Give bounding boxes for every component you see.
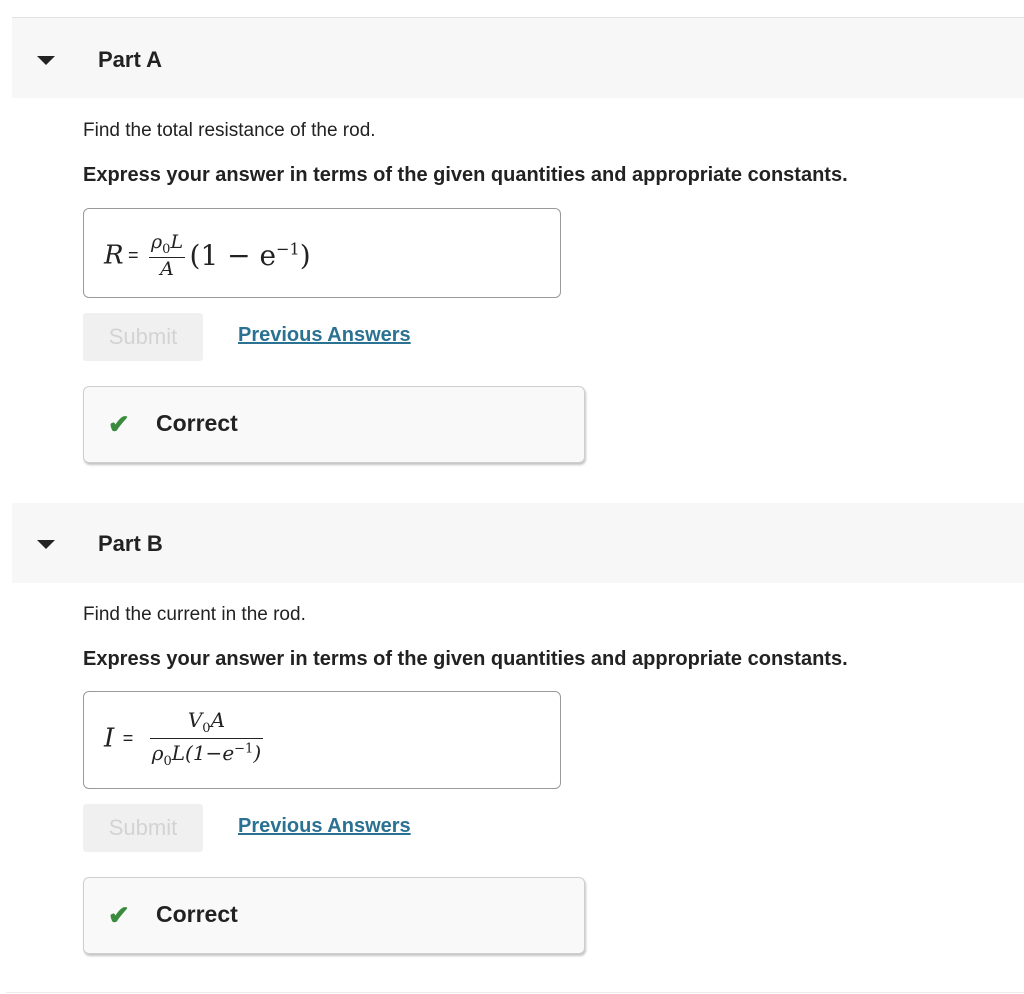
fraction: ρ0L A [149,231,186,280]
part-b-answer-expression: I = V0A ρ0L(1−e−1) [104,708,264,769]
part-a-title: Part A [98,47,162,72]
num-v: V [187,708,203,732]
fraction: V0A ρ0L(1−e−1) [149,708,264,769]
feedback-status: Correct [156,410,238,436]
den-rest: L(1−e [171,741,235,765]
den-sub: 0 [163,754,172,769]
num-a: A [210,708,226,732]
part-a-answer-box[interactable]: R = ρ0L A (1 − e−1) [83,208,561,298]
part-b-instruction: Express your answer in terms of the give… [83,648,848,670]
answer-lhs: R [104,240,124,271]
part-b-title: Part B [98,531,163,556]
den-exponent: −1 [234,741,254,757]
part-b-previous-answers-link[interactable]: Previous Answers [238,815,411,838]
num-sub: 0 [202,721,211,736]
part-a-previous-answers-link[interactable]: Previous Answers [238,324,411,347]
close-paren: ) [299,238,311,272]
part-a-instruction: Express your answer in terms of the give… [83,164,848,186]
check-icon: ✔ [108,409,130,439]
caret-down-icon[interactable] [37,56,55,65]
answer-lhs: I [104,723,115,754]
num-rho: ρ [151,231,163,253]
part-b-answer-box[interactable]: I = V0A ρ0L(1−e−1) [83,691,561,789]
part-a-submit-button[interactable]: Submit [83,313,203,361]
part-b-feedback: ✔ Correct [83,877,585,954]
part-a-prompt: Find the total resistance of the rod. [83,120,376,141]
den-close: ) [253,741,262,765]
num-var: L [170,231,184,253]
paren-expr: (1 − e [189,238,277,272]
part-a-feedback: ✔ Correct [83,386,585,463]
part-b-prompt: Find the current in the rod. [83,604,306,625]
part-a-answer-expression: R = ρ0L A (1 − e−1) [104,231,311,280]
part-b-header[interactable]: Part B [12,503,1024,583]
den-rho: ρ [151,741,164,765]
check-icon: ✔ [108,900,130,930]
part-a-header[interactable]: Part A [12,18,1024,98]
exponent: −1 [276,239,300,259]
feedback-status: Correct [156,901,238,927]
equals-sign: = [122,728,134,748]
bottom-divider [6,992,1024,993]
equals-sign: = [128,244,139,265]
denominator: A [149,256,186,280]
caret-down-icon[interactable] [37,540,55,549]
part-b-submit-button[interactable]: Submit [83,804,203,852]
